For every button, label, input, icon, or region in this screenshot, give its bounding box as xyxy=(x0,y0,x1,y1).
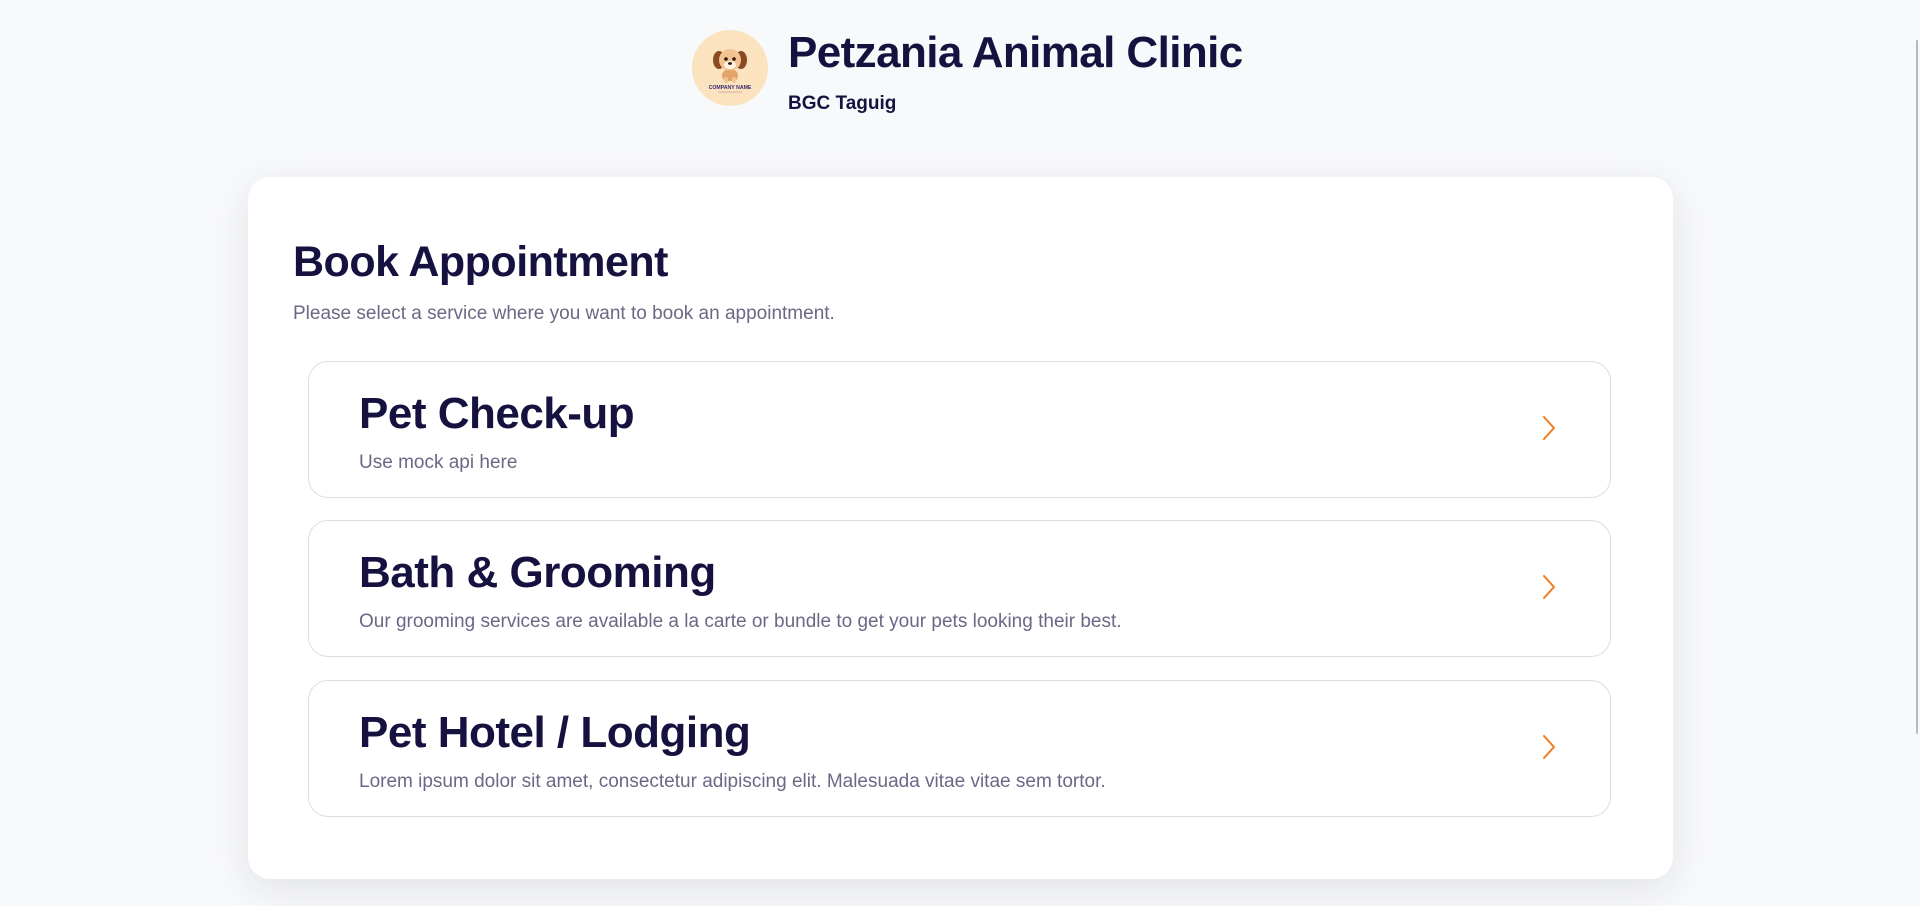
service-description: Lorem ipsum dolor sit amet, consectetur … xyxy=(359,771,1106,792)
page-subtitle: Please select a service where you want t… xyxy=(293,303,835,324)
clinic-name: Petzania Animal Clinic xyxy=(788,28,1243,77)
scrollbar-thumb[interactable] xyxy=(1916,40,1918,734)
page: COMPANY NAME Petzania Animal Clinic BGC … xyxy=(0,0,1920,906)
service-option-pet-checkup[interactable]: Pet Check-up Use mock api here xyxy=(308,361,1611,498)
booking-card: Book Appointment Please select a service… xyxy=(248,177,1673,879)
clinic-logo: COMPANY NAME xyxy=(692,30,768,106)
service-option-bath-grooming[interactable]: Bath & Grooming Our grooming services ar… xyxy=(308,520,1611,657)
chevron-right-icon xyxy=(1543,735,1555,759)
service-description: Our grooming services are available a la… xyxy=(359,611,1122,632)
service-description: Use mock api here xyxy=(359,452,518,473)
logo-text: COMPANY NAME xyxy=(709,85,752,91)
clinic-location: BGC Taguig xyxy=(788,93,897,114)
page-scrollbar[interactable] xyxy=(1916,0,1920,906)
service-title: Bath & Grooming xyxy=(359,548,716,597)
header-text: Petzania Animal Clinic BGC Taguig xyxy=(788,30,1243,115)
page-title: Book Appointment xyxy=(293,238,668,286)
chevron-right-icon xyxy=(1543,416,1555,440)
chevron-right-icon xyxy=(1543,575,1555,599)
service-option-pet-hotel[interactable]: Pet Hotel / Lodging Lorem ipsum dolor si… xyxy=(308,680,1611,817)
service-title: Pet Hotel / Lodging xyxy=(359,708,751,757)
service-title: Pet Check-up xyxy=(359,389,635,438)
dog-mascot-icon: COMPANY NAME xyxy=(709,49,752,93)
clinic-header: COMPANY NAME Petzania Animal Clinic BGC … xyxy=(692,30,1243,115)
